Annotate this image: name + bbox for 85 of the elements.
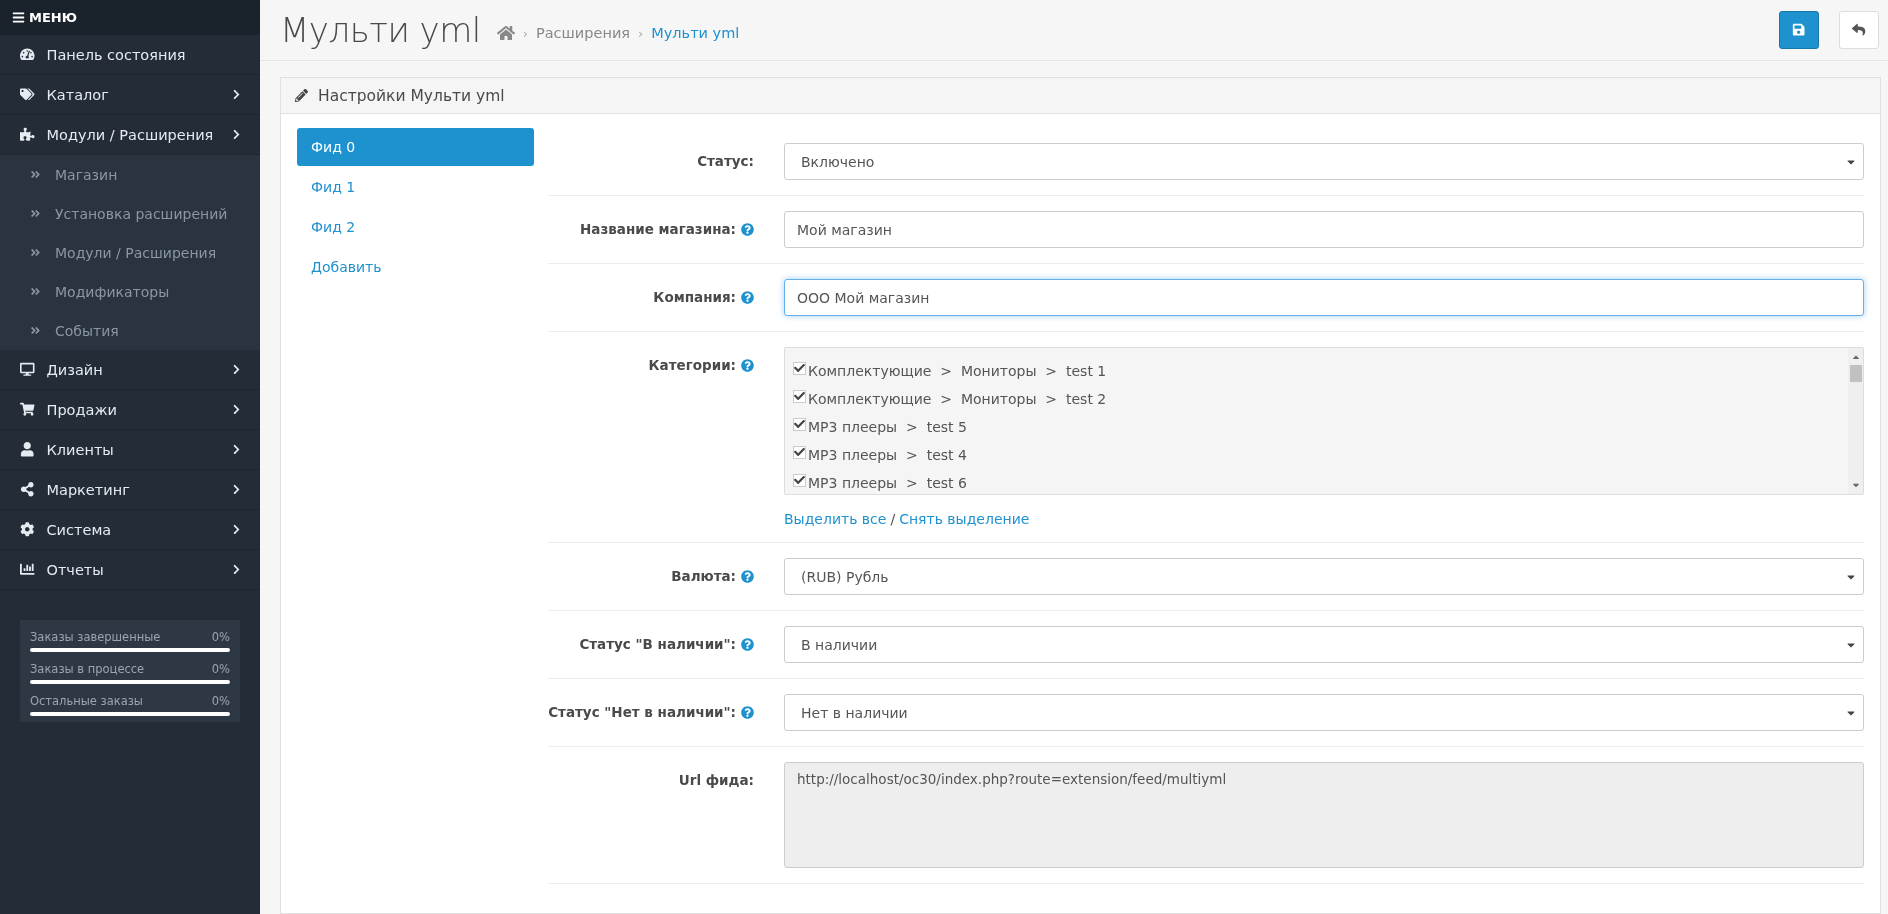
bar-chart-icon — [20, 562, 35, 577]
stat-label: Заказы завершенные — [30, 630, 161, 644]
panel-title: Настройки Мульти yml — [318, 86, 505, 105]
checkbox[interactable] — [793, 445, 806, 459]
field-label: Валюта: — [671, 568, 736, 584]
url-textarea[interactable]: http://localhost/oc30/index.php?route=extension/feed/multiyml — [784, 762, 1864, 868]
checkbox[interactable] — [793, 417, 806, 431]
puzzle-icon — [20, 127, 35, 142]
double-chevron-icon — [30, 325, 41, 336]
help-icon[interactable] — [741, 222, 754, 236]
feed-tab[interactable]: Фид 2 — [297, 208, 534, 246]
field-label: Название магазина: — [580, 221, 736, 237]
stat-value: 0% — [211, 630, 230, 644]
chevron-icon — [231, 484, 242, 495]
reply-icon — [1852, 23, 1866, 37]
double-chevron-icon — [30, 247, 41, 258]
share-icon — [20, 482, 35, 497]
back-button[interactable] — [1839, 11, 1879, 49]
field-label: Статус: — [697, 153, 754, 169]
stat-label: Заказы в процессе — [30, 662, 145, 676]
help-icon[interactable] — [741, 637, 754, 651]
select-all-link[interactable]: Выделить все — [784, 511, 887, 527]
submenu-item[interactable]: Модификаторы — [0, 272, 260, 311]
menu-label[interactable]: МЕНЮ — [29, 10, 77, 25]
cart-icon — [20, 402, 35, 417]
home-icon[interactable] — [496, 24, 515, 42]
help-icon[interactable] — [741, 358, 754, 372]
separator-text: / — [890, 511, 896, 527]
page-title: Мульти yml — [280, 10, 481, 50]
field-label: Компания: — [653, 289, 736, 305]
feed-tab[interactable]: Фид 1 — [297, 168, 534, 206]
category-label: Комплектующие > Мониторы > test 2 — [808, 391, 1107, 407]
scroll-thumb[interactable] — [1849, 365, 1862, 382]
chevron-icon — [231, 444, 242, 455]
submenu-item[interactable]: События — [0, 311, 260, 350]
field-label: Статус "Нет в наличии": — [548, 704, 736, 720]
stat-value: 0% — [211, 662, 230, 676]
dashboard-icon — [20, 47, 35, 62]
select-field[interactable]: (RUB) Рубль — [784, 558, 1864, 595]
category-label: Комплектующие > Мониторы > test 1 — [808, 363, 1107, 379]
stat-label: Остальные заказы — [30, 694, 143, 708]
field-label: Статус "В наличии": — [579, 636, 736, 652]
stat-value: 0% — [211, 694, 230, 708]
chevron-icon — [231, 129, 242, 140]
chevron-icon — [231, 524, 242, 535]
chevron-icon — [231, 564, 242, 575]
checkbox[interactable] — [793, 473, 806, 487]
menu-icon[interactable] — [12, 11, 25, 24]
category-label: MP3 плееры > test 5 — [808, 419, 967, 435]
category-label: MP3 плееры > test 4 — [808, 447, 967, 463]
category-label: MP3 плееры > test 6 — [808, 475, 967, 491]
submenu-item[interactable]: Магазин — [0, 155, 260, 194]
field-label: Категории: — [648, 357, 736, 373]
user-icon — [20, 442, 35, 457]
breadcrumb-separator: › — [522, 25, 528, 41]
help-icon[interactable] — [741, 705, 754, 719]
select-field[interactable]: Включено — [784, 143, 1864, 180]
input-field[interactable]: Мой магазин — [784, 211, 1864, 248]
chevron-icon — [231, 89, 242, 100]
feed-tab[interactable]: Фид 0 — [297, 128, 534, 166]
add-feed-link[interactable]: Добавить — [297, 248, 534, 286]
double-chevron-icon — [30, 208, 41, 219]
field-label: Url фида: — [678, 772, 754, 788]
scrollbar[interactable] — [1848, 348, 1863, 494]
breadcrumb-separator: › — [638, 25, 644, 41]
monitor-icon — [20, 362, 35, 377]
select-field[interactable]: Нет в наличии — [784, 694, 1864, 731]
tags-icon — [20, 87, 35, 102]
pencil-icon — [295, 89, 308, 102]
help-icon[interactable] — [741, 569, 754, 583]
deselect-all-link[interactable]: Снять выделение — [899, 511, 1030, 527]
input-field[interactable]: ООО Мой магазин — [784, 279, 1864, 316]
checkbox[interactable] — [793, 389, 806, 403]
settings-icon — [20, 522, 35, 537]
save-icon — [1792, 23, 1806, 37]
chevron-icon — [231, 404, 242, 415]
submenu-item[interactable]: Установка расширений — [0, 194, 260, 233]
checkbox[interactable] — [793, 361, 806, 375]
double-chevron-icon — [30, 169, 41, 180]
chevron-icon — [231, 364, 242, 375]
help-icon[interactable] — [741, 290, 754, 304]
save-button[interactable] — [1779, 11, 1819, 49]
submenu-item[interactable]: Модули / Расширения — [0, 233, 260, 272]
select-field[interactable]: В наличии — [784, 626, 1864, 663]
double-chevron-icon — [30, 286, 41, 297]
